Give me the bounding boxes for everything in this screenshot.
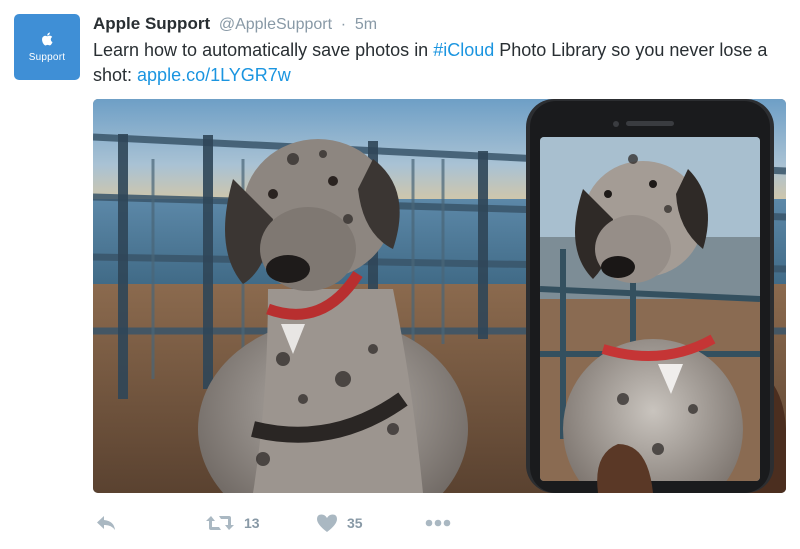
dog-on-pier-photo: [93, 99, 786, 493]
tweet-text-part: Learn how to automatically save photos i…: [93, 40, 434, 60]
tweet-timestamp[interactable]: 5m: [355, 16, 377, 33]
retweet-count: 13: [244, 515, 260, 531]
more-button[interactable]: [425, 509, 451, 537]
hashtag-link[interactable]: #iCloud: [433, 40, 494, 60]
tweet-photo[interactable]: [93, 99, 786, 493]
tweet[interactable]: Support Apple Support @AppleSupport · 5m…: [0, 0, 800, 549]
author-handle[interactable]: @AppleSupport: [219, 16, 332, 33]
avatar[interactable]: Support: [14, 14, 80, 80]
tweet-actions: 13 35: [93, 509, 693, 537]
like-count: 35: [347, 515, 363, 531]
heart-icon: [316, 513, 338, 533]
tweet-header: Apple Support @AppleSupport · 5m: [93, 12, 377, 36]
retweet-icon: [205, 513, 235, 533]
reply-icon: [95, 514, 117, 532]
like-button[interactable]: 35: [316, 509, 363, 537]
tweet-text: Learn how to automatically save photos i…: [93, 38, 783, 88]
avatar-label: Support: [28, 51, 66, 63]
reply-button[interactable]: [95, 509, 117, 537]
url-link[interactable]: apple.co/1LYGR7w: [137, 65, 291, 85]
separator-dot: ·: [340, 16, 347, 33]
more-dots-icon: [425, 519, 451, 527]
apple-logo-icon: [41, 32, 53, 49]
author-name[interactable]: Apple Support: [93, 14, 210, 33]
retweet-button[interactable]: 13: [205, 509, 260, 537]
